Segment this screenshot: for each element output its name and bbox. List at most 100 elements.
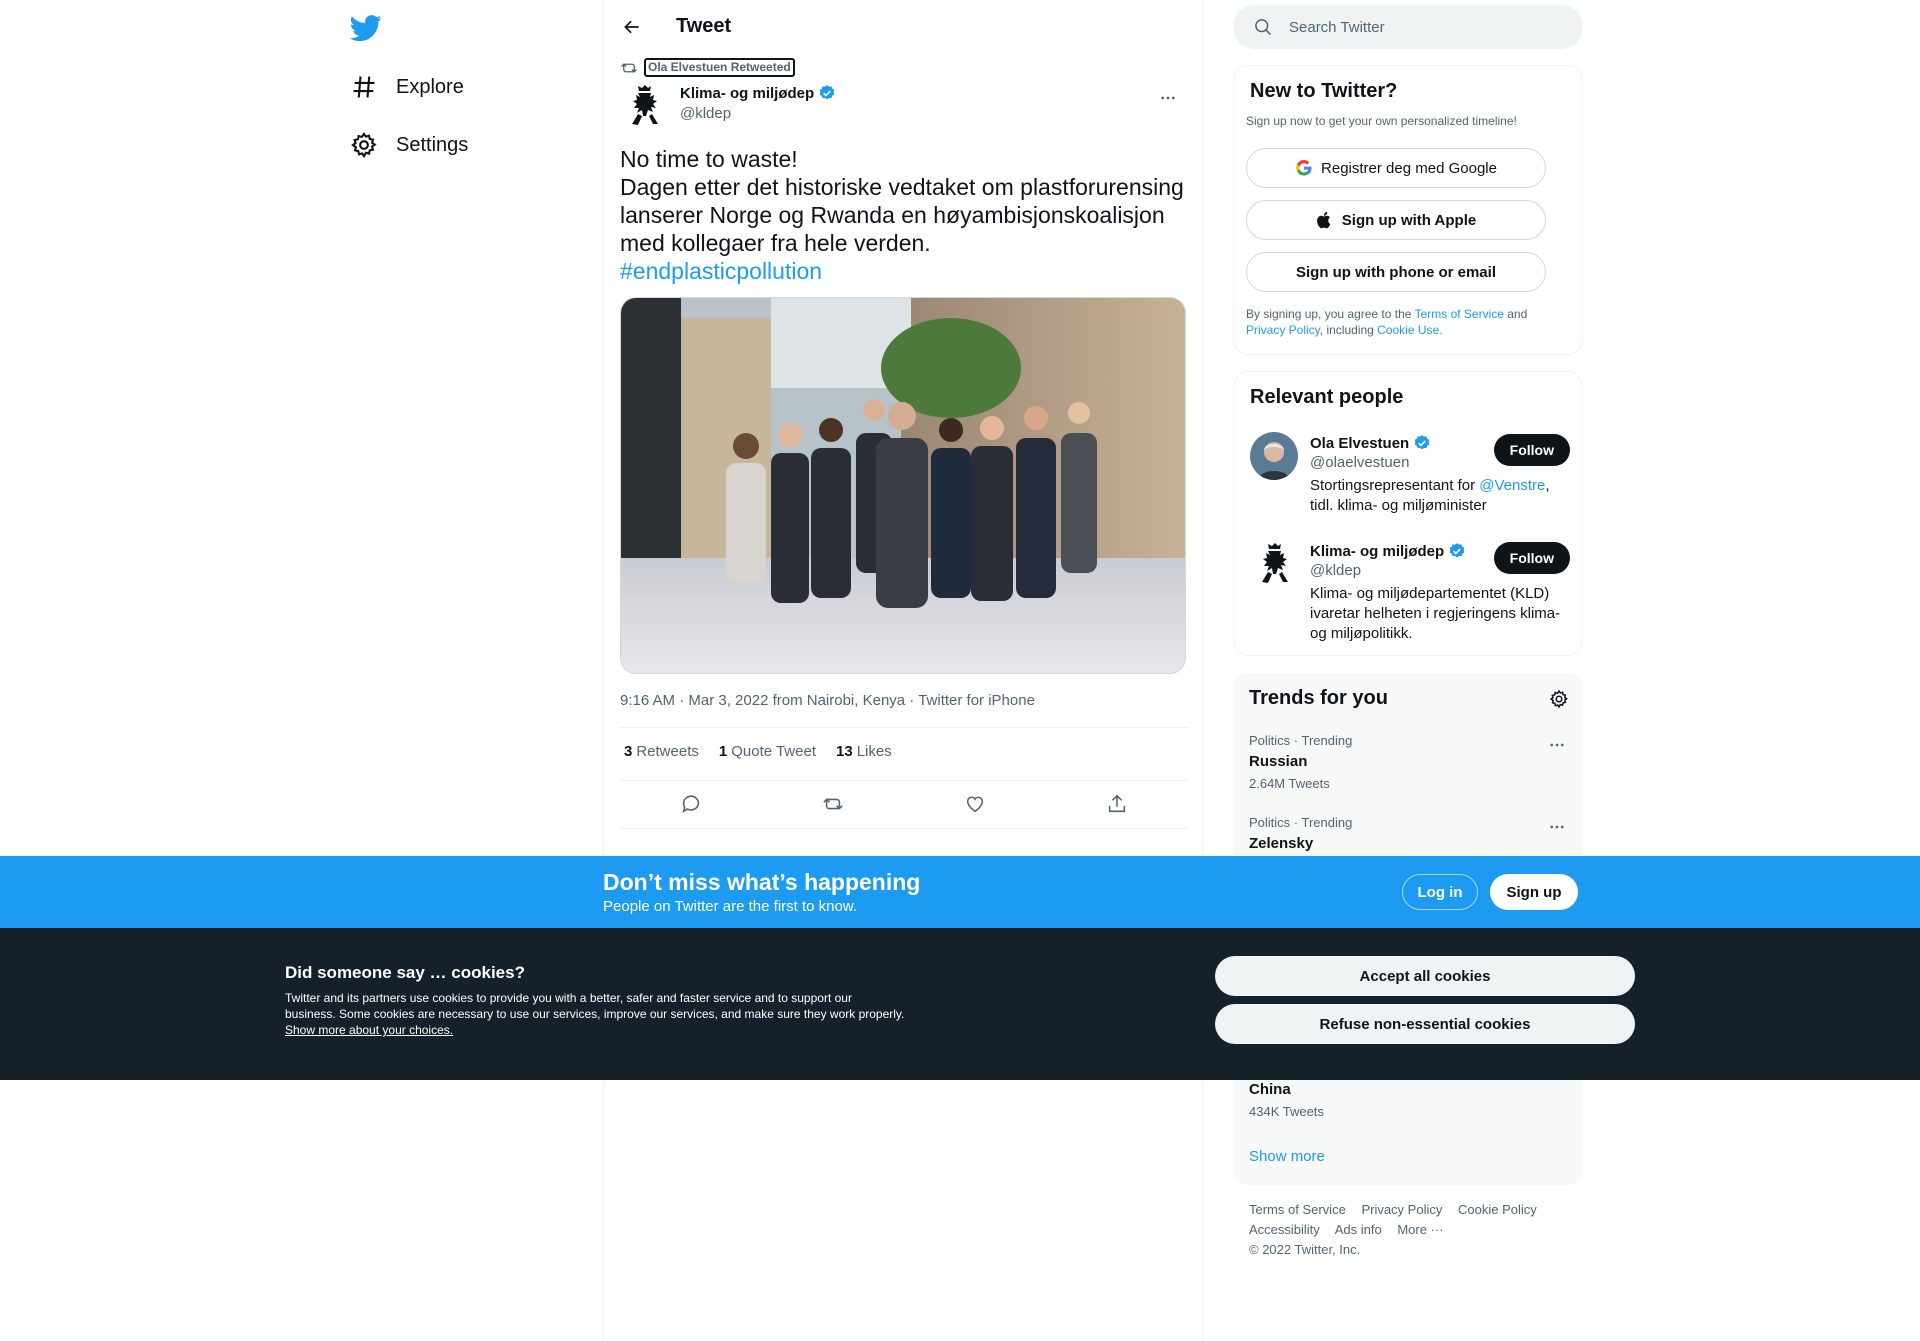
signup-legal-text: By signing up, you agree to the Terms of…	[1246, 306, 1566, 338]
more-options-icon[interactable]	[1545, 733, 1569, 757]
person-ola-elvestuen[interactable]: Ola Elvestuen @olaelvestuen Stortingsrep…	[1250, 432, 1570, 522]
search-input[interactable]	[1289, 18, 1549, 36]
follow-button[interactable]: Follow	[1493, 542, 1570, 574]
trend-item[interactable]: Politics · Trending Zelensky	[1249, 815, 1569, 855]
twitter-bird-icon[interactable]	[350, 12, 382, 44]
search-box[interactable]	[1233, 5, 1583, 49]
cookie-choices-link[interactable]: Show more about your choices.	[285, 1023, 453, 1037]
relevant-people-title: Relevant people	[1250, 386, 1404, 408]
tweet-text: No time to waste! Dagen etter det histor…	[620, 145, 1190, 285]
trend-count: 434K Tweets	[1249, 1104, 1324, 1119]
legal-including: , including	[1319, 323, 1378, 337]
quotes-label: Quote Tweet	[731, 743, 816, 760]
author-name[interactable]: Klima- og miljødep	[680, 84, 836, 102]
person-kldep[interactable]: Klima- og miljødep @kldep Klima- og milj…	[1250, 540, 1570, 650]
tweet-actions	[620, 790, 1188, 818]
more-options-icon[interactable]	[1156, 86, 1180, 110]
footer-link[interactable]: More ···	[1397, 1222, 1443, 1237]
person-bio: Klima- og miljødepartementet (KLD) ivare…	[1310, 585, 1561, 642]
cookie-use-link[interactable]: Cookie Use.	[1377, 323, 1442, 337]
apple-signup-button[interactable]: Sign up with Apple	[1246, 200, 1546, 240]
phone-email-signup-label: Sign up with phone or email	[1295, 263, 1496, 281]
trend-item[interactable]: China 434K Tweets	[1249, 1081, 1569, 1143]
coat-of-arms-lion-icon	[632, 85, 658, 125]
person-name: Klima- og miljødep	[1310, 542, 1466, 560]
banner-title: Don’t miss what’s happening	[603, 869, 921, 895]
more-options-icon[interactable]	[1545, 815, 1569, 839]
likes-stat[interactable]: 13 Likes	[836, 743, 892, 760]
avatar[interactable]	[1250, 432, 1298, 480]
divider	[620, 828, 1188, 829]
hashtag-link[interactable]: #endplasticpollution	[620, 258, 822, 284]
phone-email-signup-button[interactable]: Sign up with phone or email	[1246, 252, 1546, 292]
google-signup-button[interactable]: Registrer deg med Google	[1246, 148, 1546, 188]
person-bio: Stortingsrepresentant for @Venstre, tidl…	[1310, 476, 1572, 516]
venstre-mention-link[interactable]: @Venstre	[1479, 477, 1545, 494]
nav-explore[interactable]: Explore	[350, 67, 464, 107]
trends-title: Trends for you	[1249, 687, 1388, 709]
privacy-policy-link[interactable]: Privacy Policy	[1246, 323, 1320, 337]
cookie-title: Did someone say … cookies?	[285, 963, 525, 982]
relevant-people-card: Relevant people Ola Elvestuen @olaelvest…	[1233, 371, 1583, 656]
apple-logo-icon	[1316, 211, 1334, 229]
person-name-text: Ola Elvestuen	[1310, 434, 1410, 452]
retweet-icon	[620, 59, 638, 77]
coat-of-arms-lion-icon	[1262, 543, 1288, 583]
trend-item[interactable]: Politics · Trending Russian 2.64M Tweets	[1249, 733, 1569, 795]
login-button[interactable]: Log in	[1402, 874, 1478, 910]
tweet-stats: 3 Retweets 1 Quote Tweet 13 Likes	[624, 743, 912, 760]
footer-links: Terms of Service Privacy Policy Cookie P…	[1249, 1200, 1579, 1260]
like-heart-icon[interactable]	[958, 790, 992, 818]
footer-link[interactable]: Terms of Service	[1249, 1202, 1346, 1217]
person-name-text: Klima- og miljødep	[1310, 542, 1445, 560]
footer-link[interactable]: Privacy Policy	[1361, 1202, 1442, 1217]
refuse-cookies-button[interactable]: Refuse non-essential cookies	[1215, 1004, 1635, 1044]
tweet-text-line: No time to waste!	[620, 146, 798, 172]
cookie-consent-bar: Did someone say … cookies? Twitter and i…	[0, 928, 1920, 1080]
quote-tweets-stat[interactable]: 1 Quote Tweet	[719, 743, 816, 760]
legal-prefix: By signing up, you agree to the	[1246, 307, 1415, 321]
accept-cookies-button[interactable]: Accept all cookies	[1215, 956, 1635, 996]
tweet-timestamp[interactable]: 9:16 AM · Mar 3, 2022 from Nairobi, Keny…	[620, 692, 1035, 709]
search-icon	[1253, 17, 1273, 37]
nav-settings-label: Settings	[396, 133, 469, 156]
author-name-text: Klima- og miljødep	[680, 84, 815, 102]
divider	[620, 727, 1188, 728]
retweet-icon[interactable]	[816, 790, 850, 818]
tweet-header: Tweet	[604, 0, 1204, 53]
group-photo-image	[621, 298, 1185, 673]
likes-label: Likes	[856, 743, 892, 760]
footer-link[interactable]: Accessibility	[1249, 1222, 1320, 1237]
new-to-twitter-card: New to Twitter? Sign up now to get your …	[1233, 65, 1583, 355]
tweet-author: Klima- og miljødep @kldep	[620, 82, 1188, 132]
retweets-count: 3	[624, 743, 633, 760]
cookie-body: Twitter and its partners use cookies to …	[285, 991, 905, 1021]
retweeted-by-link[interactable]: Ola Elvestuen Retweeted	[644, 58, 795, 77]
footer-row: Terms of Service Privacy Policy Cookie P…	[1249, 1200, 1579, 1220]
author-handle[interactable]: @kldep	[680, 105, 731, 122]
footer-link[interactable]: Ads info	[1335, 1222, 1382, 1237]
avatar[interactable]	[620, 82, 668, 130]
footer-link[interactable]: Cookie Policy	[1458, 1202, 1537, 1217]
trend-name: Russian	[1249, 753, 1308, 770]
back-arrow-icon[interactable]	[616, 11, 648, 43]
gear-icon[interactable]	[1547, 687, 1571, 711]
share-icon[interactable]	[1100, 790, 1134, 818]
avatar[interactable]	[1250, 540, 1298, 588]
trend-count: 2.64M Tweets	[1249, 776, 1330, 791]
show-more-link[interactable]: Show more	[1249, 1148, 1325, 1165]
terms-of-service-link[interactable]: Terms of Service	[1415, 307, 1504, 321]
verified-badge-icon	[1413, 434, 1431, 452]
retweets-stat[interactable]: 3 Retweets	[624, 743, 699, 760]
reply-icon[interactable]	[674, 790, 708, 818]
cookie-text: Twitter and its partners use cookies to …	[285, 990, 905, 1038]
apple-signup-label: Sign up with Apple	[1341, 211, 1477, 229]
legal-and: and	[1503, 307, 1528, 321]
tweet-photo[interactable]	[620, 297, 1186, 674]
signup-button[interactable]: Sign up	[1490, 874, 1578, 910]
google-signup-label: Registrer deg med Google	[1321, 159, 1497, 177]
nav-settings[interactable]: Settings	[350, 125, 468, 165]
follow-button[interactable]: Follow	[1493, 434, 1570, 466]
hashtag-icon	[350, 73, 378, 101]
verified-badge-icon	[1448, 542, 1466, 560]
